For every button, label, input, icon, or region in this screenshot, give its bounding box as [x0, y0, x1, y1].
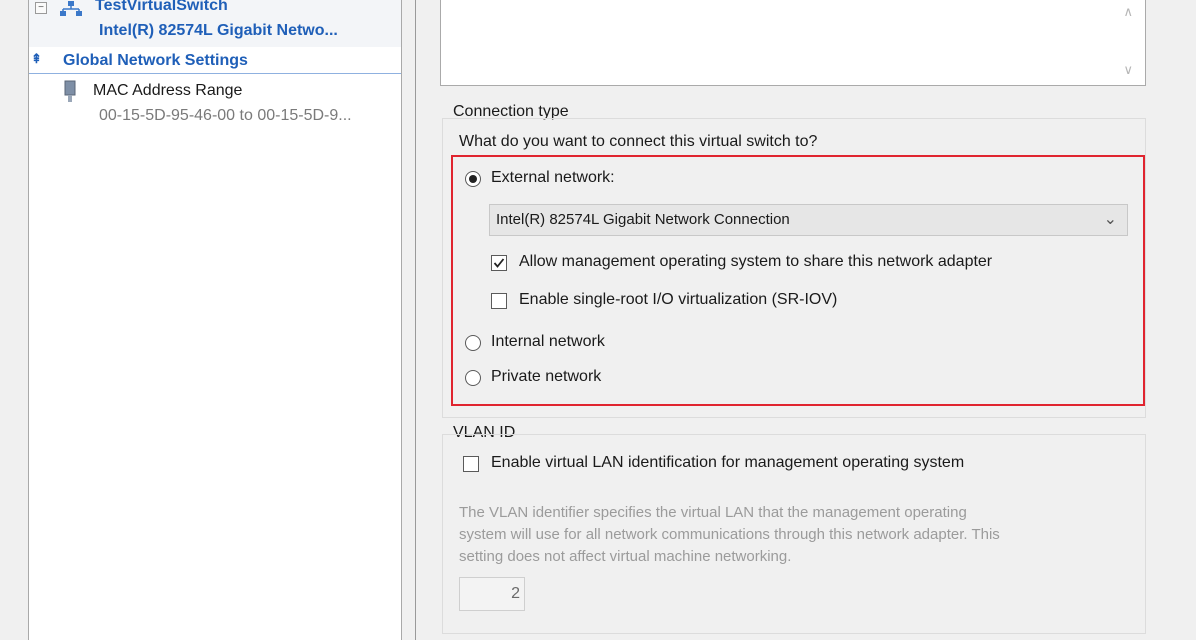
vlan-description-line-1: The VLAN identifier specifies the virtua…: [459, 504, 967, 521]
internal-network-label[interactable]: Internal network: [491, 333, 605, 351]
vlan-id-value: 2: [511, 585, 520, 602]
notes-textbox[interactable]: ∧ ∨: [440, 0, 1146, 86]
sriov-label[interactable]: Enable single-root I/O virtualization (S…: [519, 291, 837, 309]
connection-question: What do you want to connect this virtual…: [459, 133, 818, 150]
tree-pane: − TestVirtualSwitch Intel(R) 82574L Giga…: [28, 0, 402, 640]
mac-address-range-value: 00-15-5D-95-46-00 to 00-15-5D-9...: [99, 107, 352, 124]
external-network-label[interactable]: External network:: [491, 169, 615, 187]
adapter-select[interactable]: Intel(R) 82574L Gigabit Network Connecti…: [489, 204, 1128, 236]
enable-vlan-label[interactable]: Enable virtual LAN identification for ma…: [491, 454, 964, 472]
mac-address-range-label[interactable]: MAC Address Range: [93, 82, 242, 100]
enable-vlan-checkbox[interactable]: [463, 456, 479, 472]
radio-selected-dot: [469, 175, 477, 183]
collapse-chevron-icon[interactable]: ⇞: [31, 51, 42, 67]
global-network-settings-header[interactable]: Global Network Settings: [63, 52, 248, 70]
private-network-label[interactable]: Private network: [491, 368, 601, 386]
allow-management-checkbox[interactable]: [491, 255, 507, 271]
vlan-description-line-2: system will use for all network communic…: [459, 526, 1000, 543]
collapse-expander-icon[interactable]: −: [35, 2, 47, 14]
internal-network-radio[interactable]: [465, 335, 481, 351]
allow-management-label[interactable]: Allow management operating system to sha…: [519, 253, 992, 271]
network-card-icon: [64, 80, 76, 102]
scroll-down-icon[interactable]: ∨: [1123, 62, 1133, 78]
switch-adapter: Intel(R) 82574L Gigabit Netwo...: [99, 22, 338, 39]
chevron-down-icon[interactable]: ⌄: [1104, 209, 1117, 229]
external-network-radio[interactable]: [465, 171, 481, 187]
virtual-switch-icon: [60, 1, 82, 16]
private-network-radio[interactable]: [465, 370, 481, 386]
adapter-select-value: Intel(R) 82574L Gigabit Network Connecti…: [496, 211, 790, 228]
checkmark-icon: [493, 258, 505, 268]
section-divider: [29, 73, 401, 74]
sriov-checkbox[interactable]: [491, 293, 507, 309]
scroll-up-icon[interactable]: ∧: [1123, 4, 1133, 20]
vlan-id-input[interactable]: 2: [459, 577, 525, 611]
vlan-description-line-3: setting does not affect virtual machine …: [459, 548, 792, 565]
switch-name[interactable]: TestVirtualSwitch: [95, 0, 228, 15]
pane-splitter[interactable]: [402, 0, 416, 640]
